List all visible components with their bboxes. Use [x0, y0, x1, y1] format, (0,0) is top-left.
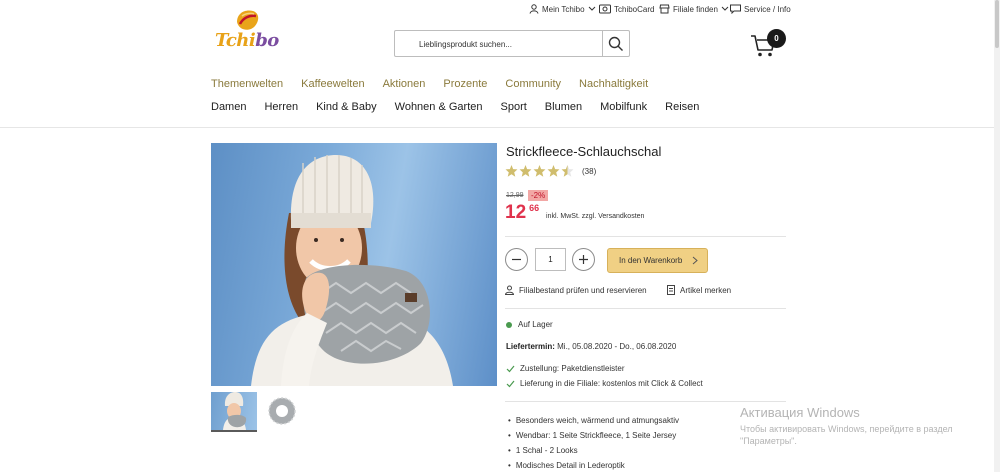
notepad-icon	[667, 285, 675, 295]
nav-item-kaffeewelten[interactable]: Kaffeewelten	[301, 78, 364, 90]
page-scrollbar[interactable]	[994, 0, 1000, 472]
feature-item: Wendbar: 1 Seite Strickfleece, 1 Seite J…	[508, 428, 679, 443]
watermark-text: Чтобы активировать Windows, перейдите в …	[740, 424, 953, 446]
star-full-icon	[547, 165, 560, 177]
store-icon	[659, 4, 670, 14]
price-integer: 12	[505, 202, 527, 223]
product-photo-woman-with-scarf	[251, 155, 453, 386]
star-half-icon	[561, 165, 574, 177]
nav-item-reisen[interactable]: Reisen	[665, 101, 699, 113]
util-label: Filiale finden	[673, 4, 718, 14]
chevron-down-icon	[721, 6, 729, 11]
search-button[interactable]	[602, 31, 629, 56]
nav-item-prozente[interactable]: Prozente	[443, 78, 487, 90]
minus-icon	[512, 258, 521, 261]
util-filiale-finden[interactable]: Filiale finden	[659, 4, 729, 14]
stock-label: Auf Lager	[518, 320, 553, 329]
nav-item-aktionen[interactable]: Aktionen	[383, 78, 426, 90]
discount-badge: -2%	[528, 190, 549, 201]
store-availability-label: Filialbestand prüfen und reservieren	[519, 285, 647, 295]
product-title: Strickfleece-Schlauchschal	[506, 144, 662, 159]
windows-activation-watermark: Активация Windows Чтобы активировать Win…	[740, 405, 976, 447]
nav-item-blumen[interactable]: Blumen	[545, 101, 582, 113]
delivery-date: Liefertermin: Mi., 05.08.2020 - Do., 06.…	[506, 342, 676, 351]
rating-stars[interactable]: (38)	[505, 165, 596, 177]
divider	[505, 401, 786, 402]
nav-item-mobilfunk[interactable]: Mobilfunk	[600, 101, 647, 113]
util-label: TchiboCard	[614, 4, 655, 14]
nav-item-nachhaltigkeit[interactable]: Nachhaltigkeit	[579, 78, 648, 90]
search-icon	[608, 36, 623, 51]
nav-item-community[interactable]: Community	[505, 78, 561, 90]
review-count[interactable]: (38)	[582, 167, 596, 176]
add-to-cart-button[interactable]: In den Warenkorb	[607, 248, 708, 273]
category-nav: Damen Herren Kind & Baby Wohnen & Garten…	[211, 101, 717, 113]
star-full-icon	[505, 165, 518, 177]
current-price: 12 66	[505, 202, 539, 224]
quantity-decrease-button[interactable]	[505, 248, 528, 271]
nav-item-sport[interactable]: Sport	[501, 101, 527, 113]
util-mein-tchibo[interactable]: Mein Tchibo	[529, 4, 596, 14]
util-service-info[interactable]: Service / Info	[730, 4, 791, 14]
card-icon	[599, 4, 611, 14]
thumbnail-1[interactable]	[211, 392, 257, 430]
divider	[505, 236, 786, 237]
feature-item: 1 Schal - 2 Looks	[508, 443, 679, 458]
nav-item-herren[interactable]: Herren	[264, 101, 298, 113]
util-label: Mein Tchibo	[542, 4, 585, 14]
search-input[interactable]: Lieblingsprodukt suchen...	[395, 31, 602, 56]
store-person-icon	[505, 285, 514, 295]
divider	[505, 308, 786, 309]
store-availability-link[interactable]: Filialbestand prüfen und reservieren	[505, 285, 647, 295]
thumbnail-photo	[223, 392, 247, 430]
feature-item: Besonders weich, wärmend und atmungsakti…	[508, 413, 679, 428]
old-price: 12,99	[506, 192, 524, 199]
star-full-icon	[533, 165, 546, 177]
chat-icon	[730, 4, 741, 14]
plus-icon	[579, 255, 588, 264]
in-stock-dot-icon	[506, 321, 512, 328]
shipping-option-store: Lieferung in die Filiale: kostenlos mit …	[506, 379, 703, 388]
scarf-ring-thumbnail	[268, 397, 296, 425]
search-bar[interactable]: Lieblingsprodukt suchen...	[394, 30, 630, 57]
delivery-label: Liefertermin:	[506, 342, 555, 351]
thumbnail-active-indicator	[211, 430, 257, 432]
chevron-down-icon	[588, 6, 595, 11]
checkmark-icon	[506, 380, 515, 387]
nav-item-wohnen-garten[interactable]: Wohnen & Garten	[395, 101, 483, 113]
logo-wordmark: Tchibo	[215, 30, 279, 51]
vat-note: inkl. MwSt. zzgl. Versandkosten	[546, 213, 645, 220]
price-decimals: 66	[529, 203, 540, 213]
shipping-label: Zustellung: Paketdienstleister	[520, 364, 625, 373]
shipping-label: Lieferung in die Filiale: kostenlos mit …	[520, 379, 703, 388]
nav-item-kind-baby[interactable]: Kind & Baby	[316, 101, 377, 113]
shipping-option-parcel: Zustellung: Paketdienstleister	[506, 364, 625, 373]
quantity-increase-button[interactable]	[572, 248, 595, 271]
delivery-dates: Mi., 05.08.2020 - Do., 06.08.2020	[557, 342, 677, 351]
primary-nav: Themenwelten Kaffeewelten Aktionen Proze…	[211, 78, 666, 90]
util-label: Service / Info	[744, 4, 791, 14]
feature-item: Modisches Detail in Lederoptik	[508, 458, 679, 472]
thumbnail-2[interactable]	[265, 394, 299, 428]
cart-count-badge: 0	[767, 29, 786, 48]
product-features-list: Besonders weich, wärmend und atmungsakti…	[508, 413, 679, 472]
scrollbar-thumb[interactable]	[995, 0, 999, 48]
remember-item-label: Artikel merken	[680, 285, 732, 295]
product-main-image[interactable]	[211, 143, 497, 386]
header-divider	[0, 127, 994, 128]
chevron-right-icon	[692, 256, 698, 265]
nav-item-damen[interactable]: Damen	[211, 101, 246, 113]
remember-item-link[interactable]: Artikel merken	[667, 285, 731, 295]
stock-status: Auf Lager	[506, 320, 553, 329]
cart-button[interactable]: 0	[750, 29, 790, 60]
quantity-input[interactable]: 1	[535, 248, 566, 271]
user-icon	[529, 4, 539, 14]
tchibo-logo[interactable]: Tchibo	[213, 8, 279, 52]
util-tchibocard[interactable]: TchiboCard	[599, 4, 654, 14]
add-to-cart-label: In den Warenkorb	[619, 256, 683, 265]
nav-item-themenwelten[interactable]: Themenwelten	[211, 78, 283, 90]
watermark-title: Активация Windows	[740, 405, 860, 420]
checkmark-icon	[506, 365, 515, 372]
star-full-icon	[519, 165, 532, 177]
